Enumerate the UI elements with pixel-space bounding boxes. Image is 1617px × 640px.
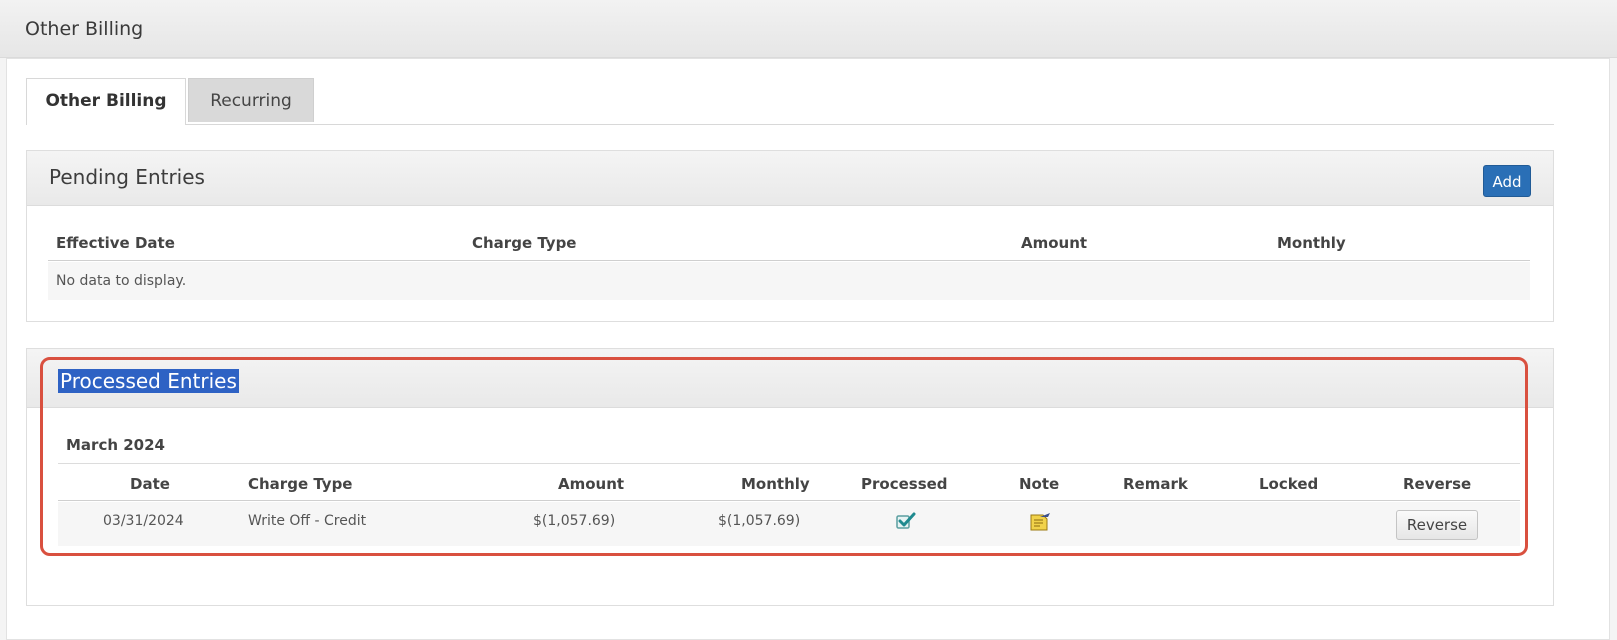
tab-other-billing[interactable]: Other Billing [26, 78, 186, 125]
divider [48, 260, 1530, 261]
page-header: Other Billing [0, 0, 1617, 58]
col-processed: Processed [861, 475, 948, 493]
col-note: Note [1019, 475, 1060, 493]
pending-entries-header: Pending Entries Add [27, 151, 1553, 206]
row-amount: $(1,057.69) [533, 513, 616, 529]
processed-entries-header: Processed Entries [27, 349, 1553, 408]
col-monthly: Monthly [1277, 234, 1346, 252]
col-amount: Amount [558, 475, 625, 493]
empty-row [48, 262, 1530, 300]
processed-entries-title: Processed Entries [58, 369, 239, 393]
divider [58, 500, 1520, 501]
row-date: 03/31/2024 [103, 513, 184, 529]
col-charge-type: Charge Type [248, 475, 353, 493]
col-remark: Remark [1123, 475, 1188, 493]
col-locked: Locked [1259, 475, 1319, 493]
checkbox-checked-icon [896, 512, 916, 530]
col-charge-type: Charge Type [472, 234, 577, 252]
note-icon[interactable] [1028, 511, 1052, 533]
page-title: Other Billing [25, 18, 144, 40]
row-charge-type: Write Off - Credit [248, 513, 367, 529]
col-amount: Amount [1021, 234, 1088, 252]
empty-text: No data to display. [56, 273, 187, 289]
reverse-button[interactable]: Reverse [1396, 510, 1478, 540]
col-monthly: Monthly [741, 475, 810, 493]
add-button[interactable]: Add [1483, 165, 1531, 197]
pending-entries-title: Pending Entries [49, 165, 205, 189]
processed-entries-title-wrap: Processed Entries [58, 369, 239, 393]
group-label: March 2024 [66, 436, 165, 454]
tab-recurring[interactable]: Recurring [188, 78, 314, 122]
col-reverse: Reverse [1403, 475, 1472, 493]
col-effective-date: Effective Date [56, 234, 175, 252]
row-monthly: $(1,057.69) [718, 513, 801, 529]
divider [58, 463, 1520, 464]
col-date: Date [130, 475, 170, 493]
